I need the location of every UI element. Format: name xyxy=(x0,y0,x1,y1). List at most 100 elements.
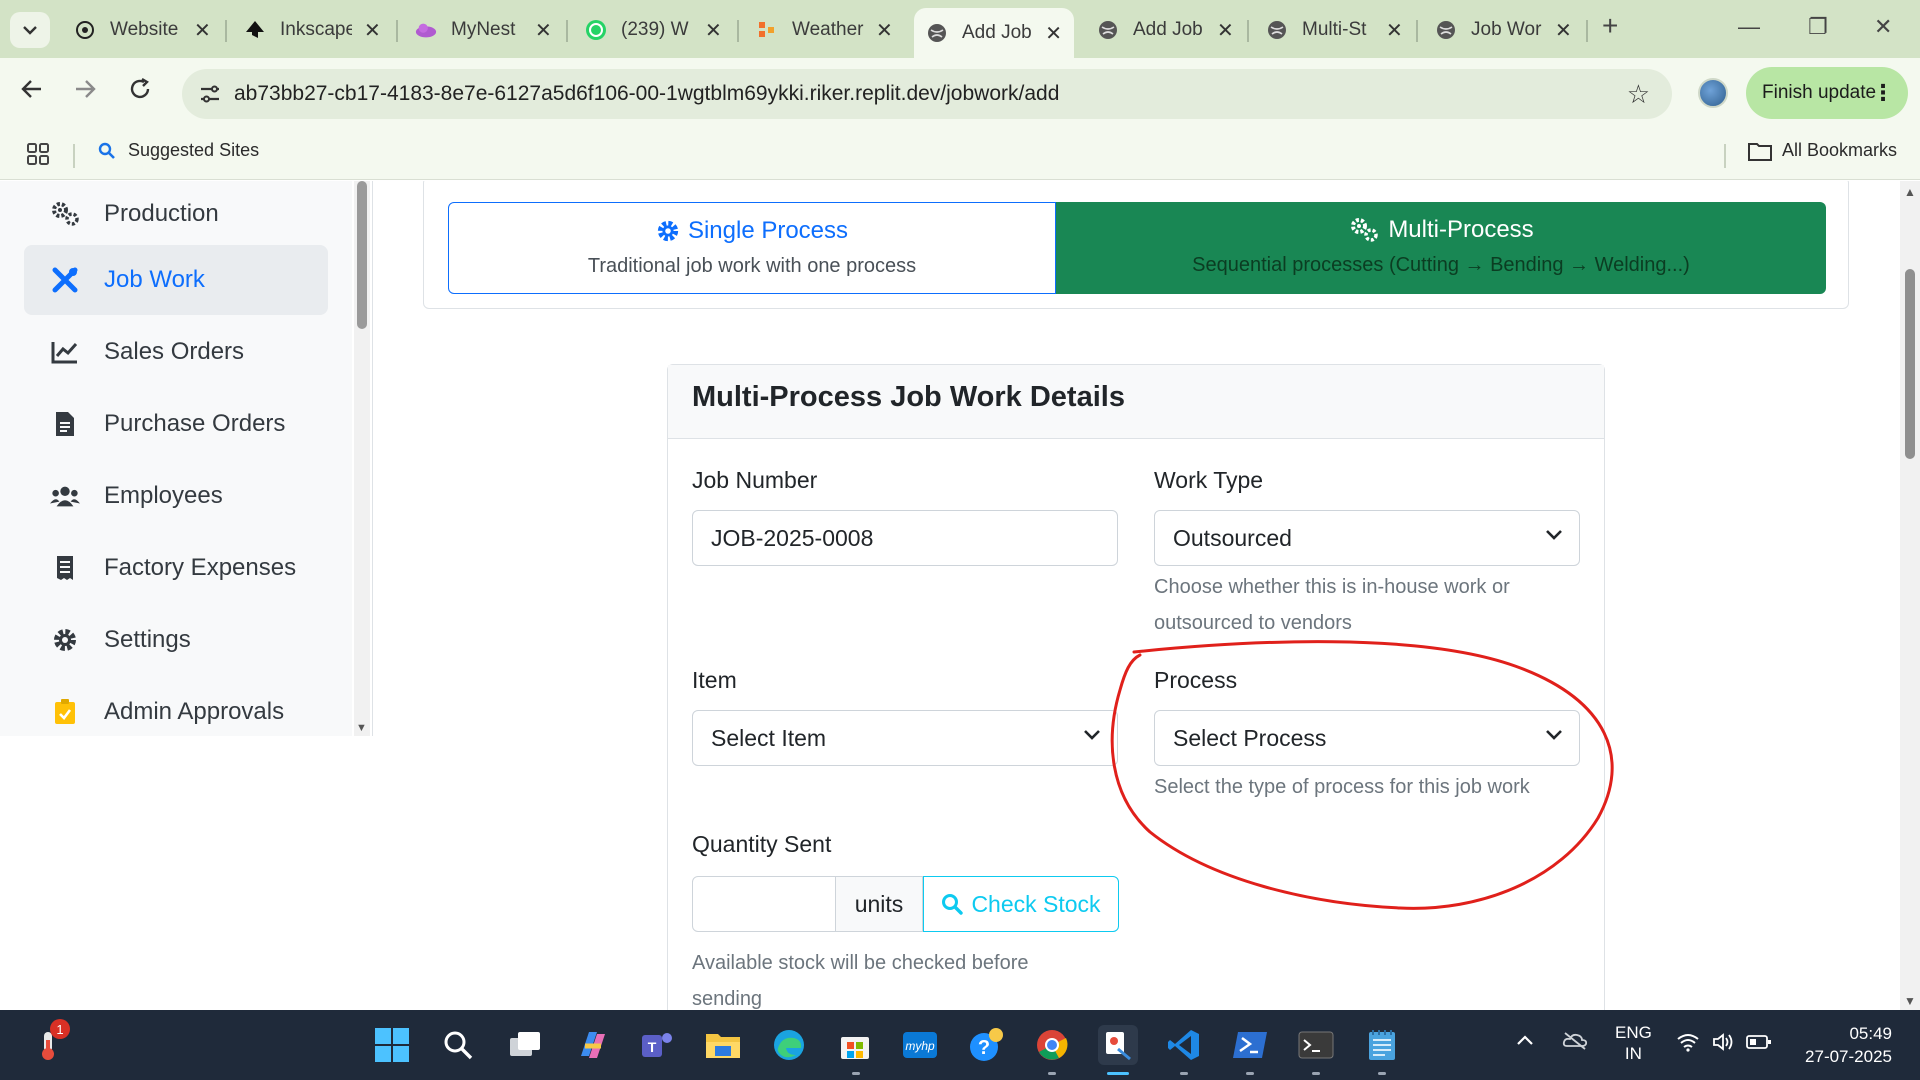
check-stock-label: Check Stock xyxy=(971,890,1101,917)
close-tab-icon[interactable]: ✕ xyxy=(876,18,893,43)
get-help-icon[interactable]: ? xyxy=(966,1025,1006,1065)
tab-add-job-active[interactable]: Add Job ✕ xyxy=(914,8,1074,58)
tab-search-button[interactable] xyxy=(10,12,50,48)
scroll-up-arrow-icon[interactable]: ▲ xyxy=(1904,185,1916,199)
scroll-down-arrow-icon[interactable]: ▼ xyxy=(1904,994,1916,1008)
close-tab-icon[interactable]: ✕ xyxy=(364,18,381,43)
tab-whatsapp[interactable]: (239) W ✕ xyxy=(573,9,734,51)
back-arrow-icon[interactable] xyxy=(20,76,44,108)
battery-icon[interactable] xyxy=(1746,1034,1772,1055)
finish-update-label: Finish update xyxy=(1762,82,1877,103)
tab-multi-step[interactable]: Multi-St ✕ xyxy=(1254,9,1415,51)
file-explorer-icon[interactable] xyxy=(703,1025,743,1065)
clock-date: 27-07-2025 xyxy=(1805,1047,1892,1066)
copilot-icon[interactable] xyxy=(572,1025,612,1065)
profile-avatar[interactable] xyxy=(1698,78,1728,108)
reload-icon[interactable] xyxy=(128,76,152,108)
apps-grid-icon[interactable] xyxy=(26,142,50,171)
sidebar-item-purchase-orders[interactable]: Purchase Orders xyxy=(24,389,328,459)
notepad-icon[interactable] xyxy=(1362,1025,1402,1065)
check-stock-button[interactable]: Check Stock xyxy=(923,876,1119,932)
sidebar-item-production[interactable]: Production xyxy=(24,181,328,249)
sidebar-item-sales-orders[interactable]: Sales Orders xyxy=(24,317,328,387)
all-bookmarks-button[interactable]: All Bookmarks xyxy=(1748,140,1897,161)
sidebar-item-factory-expenses[interactable]: Factory Expenses xyxy=(24,533,328,603)
language-indicator[interactable]: ENG IN xyxy=(1615,1022,1652,1064)
task-view-icon[interactable] xyxy=(505,1025,545,1065)
tab-weather[interactable]: Weather ✕ xyxy=(744,9,905,51)
close-tab-icon[interactable]: ✕ xyxy=(1045,21,1062,46)
close-window-icon[interactable]: ✕ xyxy=(1874,14,1892,40)
job-work-details-card: Multi-Process Job Work Details Job Numbe… xyxy=(667,364,1605,1010)
chrome-icon[interactable] xyxy=(1032,1025,1072,1065)
tab-website[interactable]: Website ✕ xyxy=(62,9,223,51)
item-select[interactable]: Select Item xyxy=(692,710,1118,766)
windows-taskbar: 1 T myhp ? ENG IN 05:49 27-07-2025 xyxy=(0,1010,1920,1080)
show-hidden-icons-chevron-icon[interactable] xyxy=(1516,1030,1534,1051)
close-tab-icon[interactable]: ✕ xyxy=(1386,18,1403,43)
process-select[interactable]: Select Process xyxy=(1154,710,1580,766)
site-info-icon[interactable] xyxy=(198,82,222,112)
sidebar-item-settings[interactable]: Settings xyxy=(24,605,328,675)
scroll-down-arrow-icon[interactable]: ▼ xyxy=(356,722,367,734)
snipping-tool-icon[interactable] xyxy=(1098,1025,1138,1065)
bookmark-suggested-sites[interactable]: Suggested Sites xyxy=(98,140,259,161)
onedrive-icon[interactable] xyxy=(1562,1030,1588,1055)
notification-badge: 1 xyxy=(50,1019,70,1039)
search-icon[interactable] xyxy=(438,1025,478,1065)
sidebar-item-employees[interactable]: Employees xyxy=(24,461,328,531)
sidebar-item-admin-approvals[interactable]: Admin Approvals xyxy=(24,677,328,736)
multi-process-title: Multi-Process xyxy=(1388,216,1534,243)
sidebar-item-job-work[interactable]: Job Work xyxy=(24,245,328,315)
browser-toolbar: ab73bb27-cb17-4183-8e7e-6127a5d6f106-00-… xyxy=(0,58,1920,130)
finish-update-button[interactable]: Finish update ⋮ xyxy=(1746,67,1908,119)
item-label: Item xyxy=(692,667,737,693)
multi-process-button[interactable]: Multi-Process Sequential processes (Cutt… xyxy=(1056,202,1826,294)
myhp-icon[interactable]: myhp xyxy=(900,1025,940,1065)
sidebar-scrollbar[interactable]: ▼ xyxy=(354,181,370,736)
vscode-icon[interactable] xyxy=(1164,1025,1204,1065)
close-tab-icon[interactable]: ✕ xyxy=(194,18,211,43)
restore-icon[interactable]: ❐ xyxy=(1808,14,1828,40)
chevron-down-icon xyxy=(1546,730,1562,740)
job-number-input[interactable]: JOB-2025-0008 xyxy=(692,510,1118,566)
bookmark-star-icon[interactable]: ☆ xyxy=(1627,79,1650,110)
more-vert-icon[interactable]: ⋮ xyxy=(1872,80,1894,106)
close-tab-icon[interactable]: ✕ xyxy=(705,18,722,43)
close-tab-icon[interactable]: ✕ xyxy=(1555,18,1572,43)
quantity-input[interactable] xyxy=(692,876,836,932)
sidebar-item-label: Admin Approvals xyxy=(104,698,285,725)
main-content: Single Process Traditional job work with… xyxy=(373,181,1900,1010)
edge-icon[interactable] xyxy=(769,1025,809,1065)
windows-start-icon[interactable] xyxy=(372,1025,412,1065)
terminal-icon[interactable] xyxy=(1296,1025,1336,1065)
url-text[interactable]: ab73bb27-cb17-4183-8e7e-6127a5d6f106-00-… xyxy=(234,82,1059,106)
powershell-icon[interactable] xyxy=(1230,1025,1270,1065)
volume-icon[interactable] xyxy=(1712,1032,1736,1057)
address-bar[interactable]: ab73bb27-cb17-4183-8e7e-6127a5d6f106-00-… xyxy=(182,69,1672,119)
sidebar: Production Job Work Sales Orders Purchas… xyxy=(0,181,352,736)
teams-icon[interactable]: T xyxy=(637,1025,677,1065)
page-scrollbar[interactable]: ▲ ▼ xyxy=(1900,181,1920,1010)
clock[interactable]: 05:49 27-07-2025 xyxy=(1780,1022,1892,1068)
wifi-icon[interactable] xyxy=(1676,1032,1700,1057)
weather-widget-icon[interactable]: 1 xyxy=(28,1019,70,1065)
tab-add-job[interactable]: Add Job ✕ xyxy=(1085,9,1246,51)
tab-job-work[interactable]: Job Wor ✕ xyxy=(1423,9,1584,51)
close-tab-icon[interactable]: ✕ xyxy=(535,18,552,43)
running-indicator xyxy=(1378,1072,1386,1075)
microsoft-store-icon[interactable] xyxy=(835,1025,875,1065)
work-type-select[interactable]: Outsourced xyxy=(1154,510,1580,566)
close-tab-icon[interactable]: ✕ xyxy=(1217,18,1234,43)
minimize-icon[interactable]: — xyxy=(1738,14,1760,40)
new-tab-plus-icon[interactable]: + xyxy=(1602,10,1618,42)
work-type-help-line-1: Choose whether this is in-house work or xyxy=(1154,576,1510,598)
scrollbar-thumb[interactable] xyxy=(1905,269,1915,459)
forward-arrow-icon[interactable] xyxy=(73,76,97,108)
tab-inkscape[interactable]: Inkscape ✕ xyxy=(232,9,393,51)
scrollbar-thumb[interactable] xyxy=(357,181,367,329)
globe-icon xyxy=(1435,19,1457,41)
tab-mynest[interactable]: MyNest ✕ xyxy=(403,9,564,51)
clipboard-check-icon xyxy=(50,699,80,725)
single-process-button[interactable]: Single Process Traditional job work with… xyxy=(448,202,1056,294)
